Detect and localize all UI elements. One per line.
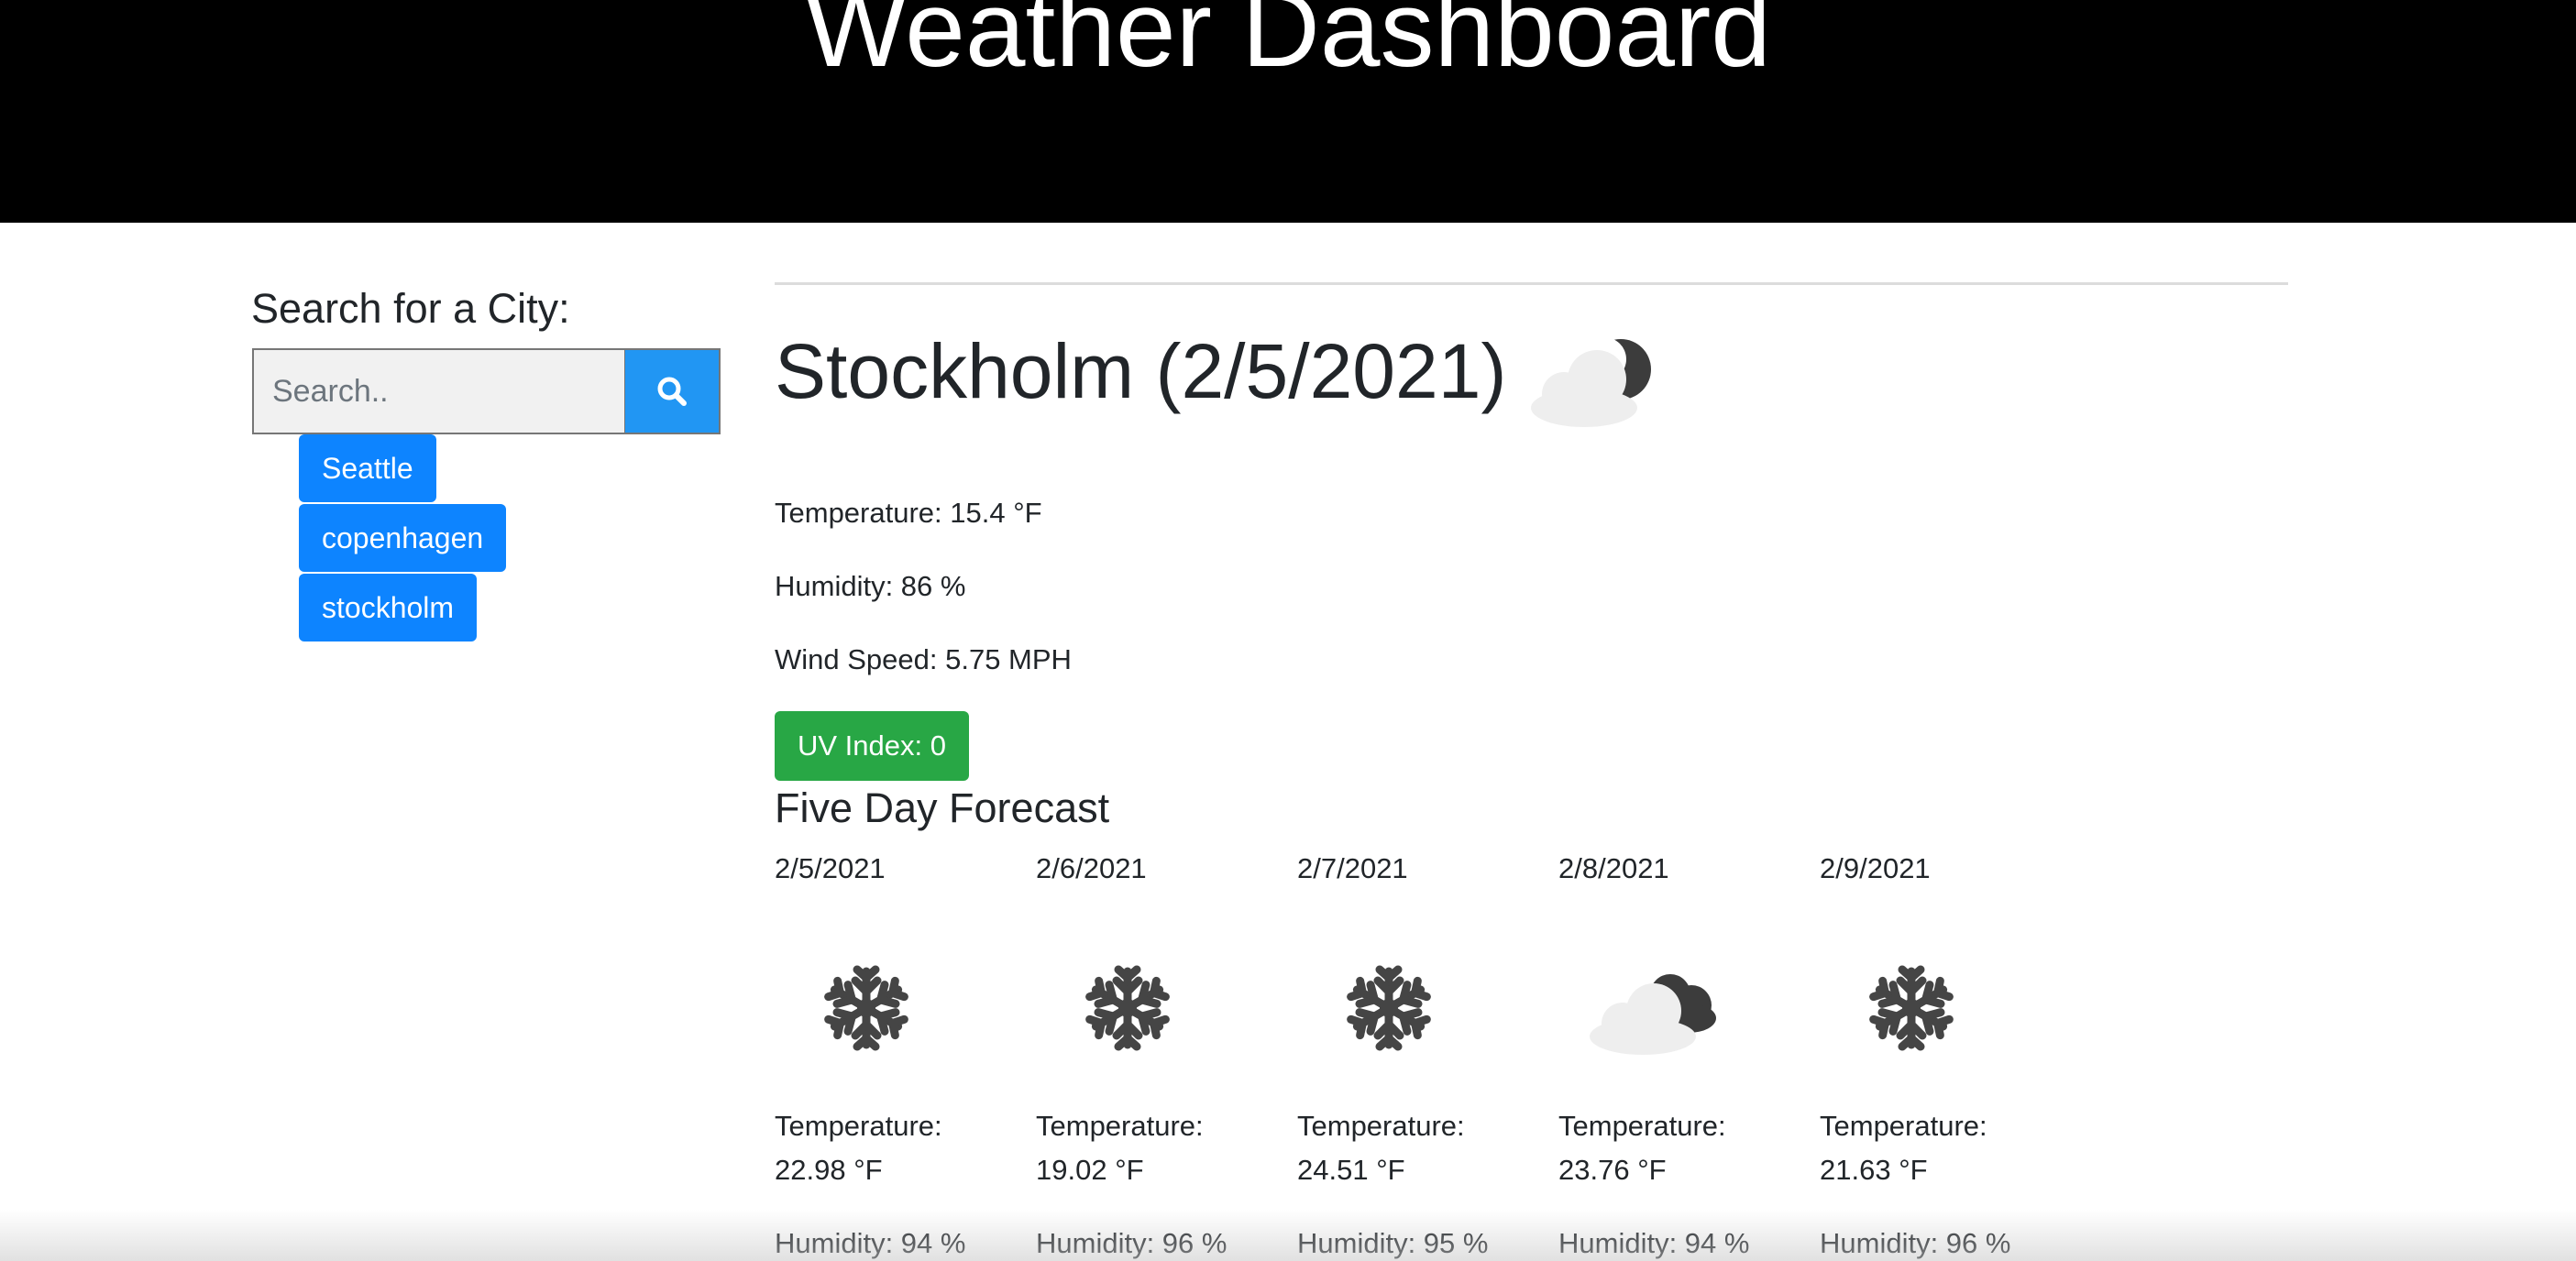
forecast-temp-label: Temperature: xyxy=(1820,1110,1987,1142)
forecast-date: 2/8/2021 xyxy=(1558,852,1669,884)
partly-cloudy-night-icon xyxy=(1531,337,1651,427)
forecast-temp-value: 23.76 °F xyxy=(1558,1154,1667,1186)
forecast-temp-value: 22.98 °F xyxy=(775,1154,883,1186)
current-city-title: Stockholm (2/5/2021) xyxy=(775,328,1507,414)
forecast-temp-label: Temperature: xyxy=(1297,1110,1465,1142)
current-wind-speed: Wind Speed: 5.75 MPH xyxy=(775,643,1072,675)
forecast-humidity: Humidity: 95 % xyxy=(1297,1227,1489,1259)
forecast-date: 2/6/2021 xyxy=(1036,852,1147,884)
forecast-card: 2/5/2021 Temperature: 22.98 °F Humidity:… xyxy=(775,843,1022,1261)
search-heading: Search for a City: xyxy=(251,285,570,332)
forecast-humidity: Humidity: 94 % xyxy=(1558,1227,1750,1259)
search-button[interactable] xyxy=(625,348,721,434)
snowflake-icon xyxy=(820,962,912,1054)
forecast-humidity: Humidity: 96 % xyxy=(1036,1227,1227,1259)
search-icon xyxy=(657,377,687,406)
history-button-seattle[interactable]: Seattle xyxy=(299,434,436,502)
section-divider xyxy=(775,282,2288,285)
forecast-temp-value: 21.63 °F xyxy=(1820,1154,1928,1186)
history-button-stockholm[interactable]: stockholm xyxy=(299,574,478,641)
forecast-humidity: Humidity: 96 % xyxy=(1820,1227,2011,1259)
forecast-card: 2/9/2021 Temperature: 21.63 °F Humidity:… xyxy=(1820,843,2067,1261)
forecast-temp-label: Temperature: xyxy=(775,1110,942,1142)
search-input[interactable] xyxy=(252,348,626,434)
forecast-temp-value: 24.51 °F xyxy=(1297,1154,1405,1186)
forecast-heading: Five Day Forecast xyxy=(775,784,1110,831)
page-title: Weather Dashboard xyxy=(805,0,1771,90)
uv-index-badge: UV Index: 0 xyxy=(775,711,969,781)
forecast-card: 2/7/2021 Temperature: 24.51 °F Humidity:… xyxy=(1297,843,1545,1261)
forecast-temp-label: Temperature: xyxy=(1558,1110,1726,1142)
current-temperature: Temperature: 15.4 °F xyxy=(775,497,1042,529)
forecast-date: 2/5/2021 xyxy=(775,852,886,884)
page-header: Weather Dashboard xyxy=(0,0,2576,223)
forecast-card: 2/8/2021 Temperature: 23.76 °F Humidity:… xyxy=(1558,843,1806,1261)
weather-dashboard-page: Weather Dashboard Search for a City: Sea… xyxy=(0,0,2576,1261)
snowflake-icon xyxy=(1866,962,1957,1054)
snowflake-icon xyxy=(1343,962,1435,1054)
history-button-copenhagen[interactable]: copenhagen xyxy=(299,504,507,572)
forecast-humidity: Humidity: 94 % xyxy=(775,1227,966,1259)
forecast-temp-label: Temperature: xyxy=(1036,1110,1204,1142)
forecast-card: 2/6/2021 Temperature: 19.02 °F Humidity:… xyxy=(1036,843,1283,1261)
snowflake-icon xyxy=(1082,962,1173,1054)
bottom-shadow xyxy=(0,1210,2576,1261)
forecast-temp-value: 19.02 °F xyxy=(1036,1154,1144,1186)
forecast-date: 2/7/2021 xyxy=(1297,852,1408,884)
current-humidity: Humidity: 86 % xyxy=(775,570,966,602)
cloudy-icon xyxy=(1590,974,1716,1055)
forecast-date: 2/9/2021 xyxy=(1820,852,1931,884)
